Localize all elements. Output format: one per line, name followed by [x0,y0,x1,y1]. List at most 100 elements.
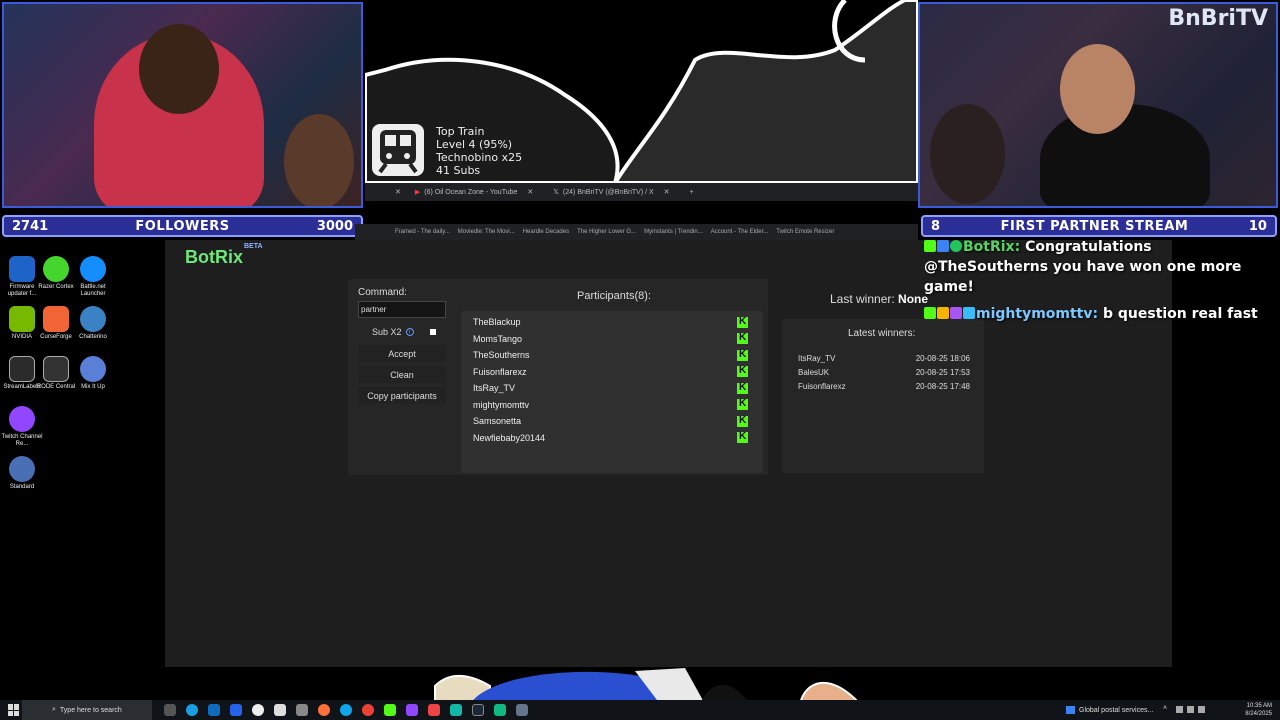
edge-icon[interactable] [340,704,352,716]
twitch-channel-icon [9,406,35,432]
search-placeholder: Type here to search [59,706,122,714]
bookmark[interactable]: Heardle Decades [523,229,569,235]
tray-icons[interactable] [1176,706,1205,713]
winner-name: ItsRay_TV [798,354,836,363]
mascot-art [434,668,862,704]
accept-button[interactable]: Accept [358,345,446,362]
streamlabels-icon [9,356,35,382]
app-icon[interactable] [516,704,528,716]
app-icon[interactable] [406,704,418,716]
tab-x[interactable]: 𝕏 (24) BnBriTV (@BnBriTV) / X ✕ [543,188,679,197]
tray-chevron-icon[interactable]: ˄ [1163,705,1167,712]
windows-start-icon[interactable] [8,704,20,716]
desktop-icon-twitch-channel[interactable]: Twitch Channel Re... [0,406,44,448]
participant-name: TheBlackup [473,317,521,327]
edge-icon[interactable] [186,704,198,716]
razer-icon [43,256,69,282]
winner-row: Fuisonflarexz 20-08-25 17:48 [798,382,970,391]
anime-avatar [284,114,354,206]
desktop-icon-chatterino[interactable]: Chatterino [71,306,115,341]
bookmark[interactable]: The Higher Lower G... [577,229,636,235]
close-icon[interactable]: ✕ [527,188,533,196]
clock-date: 8/24/2025 [1245,711,1272,717]
news-text: Global postal services... [1079,706,1154,714]
botrix-logo[interactable]: BotRixBETA [185,243,263,268]
winner-time: 20-08-25 17:48 [915,382,970,391]
x-icon: 𝕏 [553,189,559,196]
close-icon[interactable]: ✕ [664,188,670,196]
bookmark[interactable]: Account - The Elder... [711,229,769,235]
windows-taskbar: ⌕ Type here to search Global postal serv… [0,700,1280,720]
participant-name: Newfiebaby20144 [473,433,546,443]
latest-winners-title: Latest winners: [848,328,916,339]
kick-icon [737,332,748,344]
bookmark[interactable]: Twitch Emote Resizer [776,229,834,235]
partner-goal-bar: 8 FIRST PARTNER STREAM 10 [921,215,1277,237]
train-level: Level 4 (95%) [436,138,513,151]
bookmarks-bar: Framed - The daily... Moviedle: The Movi… [355,224,918,240]
clock[interactable]: 10:35 AM 8/24/2025 [1245,702,1272,718]
kick-icon [737,349,748,361]
app-icon[interactable] [494,704,506,716]
participant-name: TheSoutherns [473,350,530,360]
followers-count: 2741 [12,218,49,234]
news-icon [1066,706,1075,714]
latest-winners-panel [782,319,984,473]
desktop-icon-standard[interactable]: Standard [0,456,44,491]
winner-name: Fuisonflarexz [798,382,846,391]
taskbar-search[interactable]: ⌕ Type here to search [22,700,152,720]
obs-icon[interactable] [252,704,264,716]
app-icon[interactable] [450,704,462,716]
verified-badge-icon [950,240,962,252]
participant-name: ItsRay_TV [473,383,516,393]
kick-icon [737,431,748,443]
curseforge-icon [43,306,69,332]
chat-username: BotRix: [963,239,1021,255]
bookmark[interactable]: Framed - The daily... [395,229,450,235]
participant-name: mightymomttv [473,400,530,410]
info-icon[interactable]: i [405,328,414,336]
streamer-head [1060,44,1135,134]
partner-goal: 10 [1248,218,1267,234]
copy-participants-button[interactable]: Copy participants [358,387,446,404]
clock-time: 10:35 AM [1246,703,1272,709]
command-input[interactable]: partner [358,301,446,318]
streamer-head [139,24,219,114]
task-view-icon[interactable] [164,704,176,716]
new-tab-icon[interactable]: + [680,189,704,196]
clean-button[interactable]: Clean [358,366,446,383]
battlenet-icon [80,256,106,282]
partner-label: FIRST PARTNER STREAM [1000,218,1189,234]
rode-icon [43,356,69,382]
network-icon [1176,706,1183,713]
bot-badge-icon [937,240,949,252]
bookmark[interactable]: Moviedle: The Movi... [458,229,515,235]
train-title: Top Train [436,125,485,138]
firefox-icon[interactable] [318,704,330,716]
desktop-icon-battlenet[interactable]: Battle.net Launcher [71,256,115,298]
tab-label: (24) BnBriTV (@BnBriTV) / X [562,188,654,196]
app-icon[interactable] [296,704,308,716]
chat-message: BotRix: Congratulations @TheSoutherns yo… [924,237,1276,297]
news-widget[interactable]: Global postal services... [1066,706,1153,714]
app-icon[interactable] [230,704,242,716]
followers-label: FOLLOWERS [135,218,230,234]
tab-youtube[interactable]: ▶ (6) Oil Ocean Zone - YouTube ✕ [405,188,543,197]
desktop-icon-mixitup[interactable]: Mix It Up [71,356,115,391]
standard-icon [9,456,35,482]
bookmark[interactable]: Myinstants | Trendin... [644,229,703,235]
kick-icon [737,365,748,377]
train-leader: Technobino x25 [436,151,523,164]
participant-name: Fuisonflarexz [473,367,527,377]
tab-close-icon[interactable]: ✕ [365,188,405,196]
app-icon[interactable] [274,704,286,716]
steam-icon[interactable] [472,704,484,716]
app-icon[interactable] [428,704,440,716]
app-icon[interactable] [384,704,396,716]
mixitup-icon [80,356,106,382]
outlook-icon[interactable] [208,704,220,716]
winner-name: BalesUK [798,368,830,377]
chrome-icon[interactable] [362,704,374,716]
diamond-badge-icon [963,307,975,319]
sub-x2-checkbox[interactable] [430,329,436,335]
